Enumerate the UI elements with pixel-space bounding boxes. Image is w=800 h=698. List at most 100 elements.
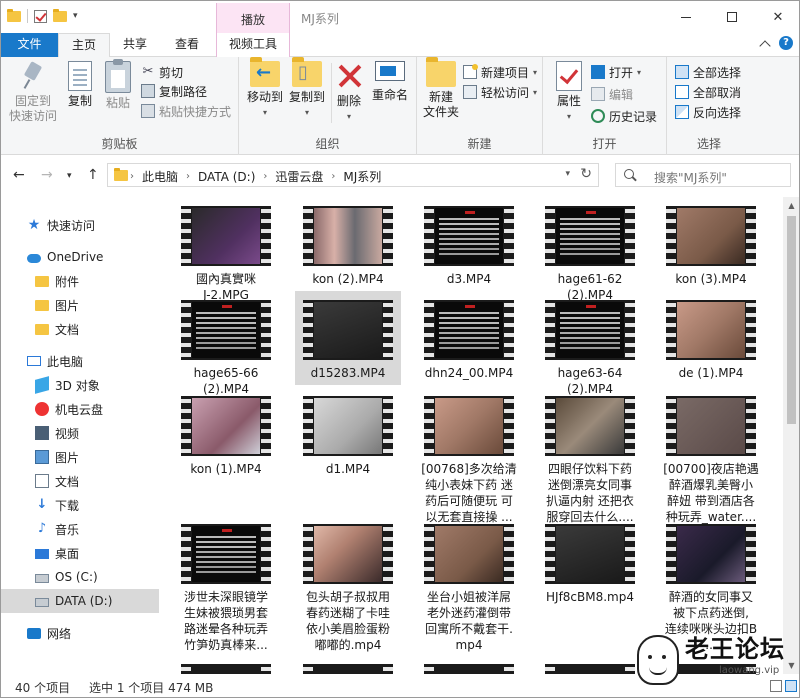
properties-button[interactable]: 属性 ▾ [549, 61, 589, 124]
chevron-right-icon[interactable]: › [186, 171, 190, 182]
chevron-right-icon[interactable]: › [331, 171, 335, 182]
file-item[interactable]: kon (2).MP4 [295, 197, 401, 291]
rename-button[interactable]: 重命名 [369, 61, 411, 103]
nav-cloud-drive[interactable]: 机电云盘 [1, 397, 159, 421]
edit-button[interactable]: 编辑 [591, 85, 633, 103]
move-to-button[interactable]: ← 移动到 ▾ [245, 57, 285, 120]
file-item[interactable]: d15283.MP4 [295, 291, 401, 385]
tab-home[interactable]: 主页 [58, 33, 110, 58]
pin-quick-access-button[interactable]: 固定到 快速访问 [7, 61, 59, 124]
nav-onedrive-documents[interactable]: 文档 [1, 317, 159, 341]
easy-access-button[interactable]: 轻松访问 ▾ [463, 83, 537, 101]
pictures-icon [35, 450, 49, 464]
collapse-ribbon-icon[interactable] [759, 39, 771, 52]
breadcrumb-this-pc[interactable]: 此电脑 [142, 168, 178, 185]
file-item[interactable]: hage65-66 (2).MP4 [173, 291, 279, 401]
file-item[interactable]: 坐台小姐被洋屌 老外迷药灌倒带 回寓所不戴套干. mp4 [416, 515, 522, 657]
breadcrumb-data-drive[interactable]: DATA (D:) [198, 170, 255, 184]
file-name: d3.MP4 [446, 272, 492, 286]
tab-file[interactable]: 文件 [1, 33, 58, 57]
new-item-button[interactable]: 新建项目 ▾ [463, 63, 537, 81]
copy-path-button[interactable]: 复制路径 [141, 82, 207, 100]
file-item[interactable]: de (1).MP4 [658, 291, 764, 385]
refresh-icon[interactable]: ↻ [580, 166, 592, 182]
copy-to-button[interactable]: ▯ 复制到 ▾ [287, 57, 327, 120]
address-bar[interactable]: › 此电脑 › DATA (D:) › 迅雷云盘 › MJ系列 ▾ ↻ [107, 163, 599, 187]
file-item[interactable]: HJf8cBM8.mp4 [537, 515, 643, 609]
nav-quick-access[interactable]: ★ 快速访问 [1, 213, 159, 237]
file-item[interactable]: kon (3).MP4 [658, 197, 764, 291]
context-tab-play[interactable]: 播放 [216, 3, 290, 33]
tab-video-tools[interactable]: 视频工具 [216, 33, 290, 57]
nav-onedrive-pictures[interactable]: 图片 [1, 293, 159, 317]
vertical-scrollbar[interactable]: ▲ ▼ [783, 197, 799, 674]
new-folder-icon[interactable] [53, 8, 67, 22]
customize-qat-icon[interactable]: ▾ [73, 11, 78, 21]
search-box[interactable]: 搜索"MJ系列" [615, 163, 791, 187]
tab-view[interactable]: 查看 [161, 33, 213, 57]
file-item[interactable] [295, 655, 401, 674]
nav-this-pc[interactable]: 此电脑 [1, 349, 159, 373]
file-item[interactable] [416, 655, 522, 674]
new-folder-button[interactable]: 新建 文件夹 [423, 57, 459, 120]
nav-drive-c[interactable]: OS (C:) [1, 565, 159, 589]
file-item[interactable]: d1.MP4 [295, 387, 401, 481]
tab-share[interactable]: 共享 [110, 33, 160, 57]
file-item[interactable]: kon (1).MP4 [173, 387, 279, 481]
nav-desktop[interactable]: 桌面 [1, 541, 159, 565]
scrollbar-thumb[interactable] [787, 216, 796, 424]
address-dropdown-icon[interactable]: ▾ [565, 169, 570, 179]
nav-music[interactable]: ♪ 音乐 [1, 517, 159, 541]
chevron-right-icon[interactable]: › [263, 171, 267, 182]
nav-videos[interactable]: 视频 [1, 421, 159, 445]
breadcrumb-xunlei[interactable]: 迅雷云盘 [275, 168, 323, 185]
file-item[interactable]: d3.MP4 [416, 197, 522, 291]
file-item[interactable] [537, 655, 643, 674]
paste-button[interactable]: 粘贴 [101, 59, 135, 111]
properties-check-icon[interactable] [34, 9, 47, 23]
select-all-button[interactable]: 全部选择 [675, 63, 741, 81]
nav-documents[interactable]: 文档 [1, 469, 159, 493]
forward-button[interactable]: → [41, 167, 53, 183]
breadcrumb-mj[interactable]: MJ系列 [343, 168, 381, 185]
file-item[interactable] [173, 655, 279, 674]
delete-button[interactable]: 删除 ▾ [335, 61, 363, 124]
close-button[interactable]: ✕ [755, 1, 799, 33]
nav-downloads[interactable]: ↓ 下载 [1, 493, 159, 517]
file-item[interactable]: 四眼仔饮料下药 迷倒漂亮女同事 扒逼内射 还把衣 服穿回去什么.... [537, 387, 643, 529]
cut-button[interactable]: ✂ 剪切 [141, 63, 183, 81]
nav-label: 文档 [55, 322, 80, 337]
file-item[interactable]: hage63-64 (2).MP4 [537, 291, 643, 401]
back-button[interactable]: ← [13, 167, 25, 183]
group-label-organize: 组织 [315, 137, 340, 151]
nav-network[interactable]: 网络 [1, 621, 159, 645]
file-item[interactable]: dhn24_00.MP4 [416, 291, 522, 385]
copy-button[interactable]: 复制 [63, 61, 97, 109]
up-button[interactable]: ↑ [87, 167, 99, 183]
computer-icon [27, 356, 41, 366]
help-icon[interactable]: ? [779, 36, 793, 50]
recent-locations-button[interactable]: ▾ [67, 171, 72, 181]
video-frame [677, 302, 745, 358]
nav-drive-d[interactable]: DATA (D:) [1, 589, 159, 613]
cloud-drive-icon [35, 402, 49, 416]
history-button[interactable]: 历史记录 [591, 107, 657, 125]
file-name: kon (3).MP4 [675, 272, 747, 286]
file-item[interactable]: 包头胡子叔叔用 春药迷糊了卡哇 依小美眉脸蛋粉 嘟嘟的.mp4 [295, 515, 401, 657]
file-item[interactable]: [00768]多次给清 纯小表妹下药 迷 药后可随便玩 可 以无套直接操 ... [416, 387, 522, 529]
video-frame [677, 208, 745, 264]
open-button[interactable]: 打开 ▾ [591, 63, 641, 81]
scroll-up-icon[interactable]: ▲ [783, 197, 799, 214]
maximize-button[interactable] [709, 1, 755, 33]
file-item[interactable]: [00700]夜店艳遇 醉酒爆乳美臀小 醉妞 带到酒店各 种玩弄_water..… [658, 387, 764, 529]
file-item[interactable]: 涉世未深眼镜学 生妹被猥琐男套 路迷晕各种玩弄 竹笋奶真棒来... [173, 515, 279, 657]
nav-onedrive[interactable]: OneDrive [1, 245, 159, 269]
paste-shortcut-button[interactable]: 粘贴快捷方式 [141, 102, 231, 120]
minimize-button[interactable] [663, 1, 709, 33]
select-none-button[interactable]: 全部取消 [675, 83, 741, 101]
search-placeholder: 搜索"MJ系列" [654, 171, 727, 185]
nav-attachments[interactable]: 附件 [1, 269, 159, 293]
invert-selection-button[interactable]: 反向选择 [675, 103, 741, 121]
nav-3d-objects[interactable]: 3D 对象 [1, 373, 159, 397]
nav-pictures[interactable]: 图片 [1, 445, 159, 469]
